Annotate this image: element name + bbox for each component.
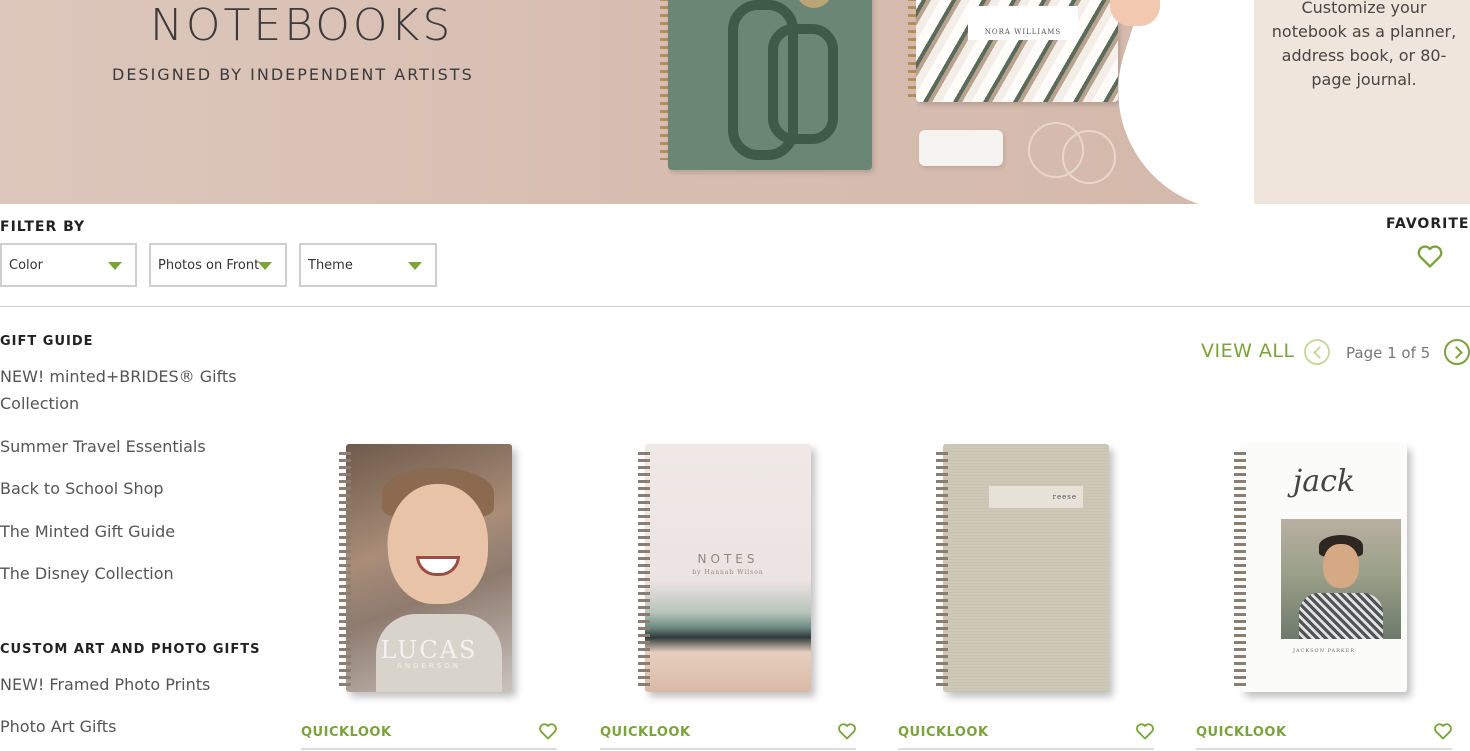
product-card[interactable]: reese QUICKLOOK — [898, 444, 1154, 751]
notebook-spiral — [638, 452, 650, 688]
photos-filter-dropdown[interactable]: Photos on Front — [149, 243, 287, 287]
quicklook-button[interactable]: QUICKLOOK — [1196, 725, 1287, 740]
card-divider — [1196, 748, 1452, 750]
view-all-link[interactable]: VIEW ALL — [1201, 340, 1295, 362]
hero-image: NORA WILLIAMS NOTEBOOKS DESIGNED BY INDE… — [0, 0, 1323, 204]
sidebar-link-back-to-school[interactable]: Back to School Shop — [0, 475, 260, 502]
color-filter-dropdown[interactable]: Color — [0, 243, 137, 287]
heart-icon[interactable] — [1433, 721, 1453, 741]
heart-icon[interactable] — [1416, 242, 1444, 270]
quicklook-button[interactable]: QUICKLOOK — [600, 725, 691, 740]
product-image[interactable]: reese — [943, 444, 1109, 692]
filter-by-label: FILTER BY — [0, 219, 86, 235]
product-image[interactable]: jack JACKSON PARKER — [1241, 444, 1407, 692]
heart-icon[interactable] — [1135, 721, 1155, 741]
sidebar-link-photo-art-gifts[interactable]: Photo Art Gifts — [0, 713, 260, 740]
dropdown-value: Photos on Front — [158, 257, 260, 273]
hero-notebook-label: NORA WILLIAMS — [968, 6, 1078, 40]
favorites-label[interactable]: FAVORITES — [1386, 216, 1470, 232]
sidebar-heading-custom-art: CUSTOM ART AND PHOTO GIFTS — [0, 642, 261, 657]
product-card[interactable]: jack JACKSON PARKER QUICKLOOK — [1196, 444, 1452, 751]
quicklook-button[interactable]: QUICKLOOK — [301, 725, 392, 740]
cover-subname: by Hannah Wilson — [692, 569, 764, 576]
sidebar-heading-gift-guide: GIFT GUIDE — [0, 334, 94, 349]
sidebar-link-disney-collection[interactable]: The Disney Collection — [0, 560, 260, 587]
dropdown-value: Color — [9, 257, 43, 273]
cover-subname: JACKSON PARKER — [1292, 648, 1356, 654]
page-indicator: Page 1 of 5 — [1346, 344, 1431, 362]
cover-name: NOTES — [697, 552, 759, 566]
theme-filter-dropdown[interactable]: Theme — [299, 243, 437, 287]
hero-title: NOTEBOOKS — [150, 0, 454, 51]
notebook-spiral — [936, 452, 948, 688]
heart-icon[interactable] — [837, 721, 857, 741]
hero-subtitle: DESIGNED BY INDEPENDENT ARTISTS — [112, 65, 474, 84]
chevron-down-icon — [258, 262, 272, 270]
dropdown-value: Theme — [308, 257, 353, 273]
hero-notebook-green — [668, 0, 872, 170]
cover-name: LUCAS — [380, 636, 478, 664]
quicklook-button[interactable]: QUICKLOOK — [898, 725, 989, 740]
hero-eraser — [919, 130, 1003, 166]
chevron-down-icon — [408, 262, 422, 270]
hero-earring — [1062, 130, 1116, 184]
divider — [0, 306, 1470, 307]
card-divider — [600, 748, 856, 750]
product-card[interactable]: NOTES by Hannah Wilson QUICKLOOK — [600, 444, 856, 751]
hero-banner: NORA WILLIAMS NOTEBOOKS DESIGNED BY INDE… — [0, 0, 1470, 204]
sidebar-link-summer-travel[interactable]: Summer Travel Essentials — [0, 433, 260, 460]
heart-icon[interactable] — [538, 721, 558, 741]
notebook-spiral — [1234, 452, 1246, 688]
chevron-left-icon[interactable] — [1304, 339, 1330, 365]
cover-subname: ANDERSON — [397, 662, 461, 670]
sidebar-link-framed-photo-prints[interactable]: NEW! Framed Photo Prints — [0, 671, 260, 698]
hero-side-copy: Customize your notebook as a planner, ad… — [1271, 0, 1457, 89]
product-image[interactable]: NOTES by Hannah Wilson — [645, 444, 811, 692]
sidebar-link-brides-collection[interactable]: NEW! minted+BRIDES® Gifts Collection — [0, 363, 260, 417]
sidebar-link-minted-gift-guide[interactable]: The Minted Gift Guide — [0, 518, 260, 545]
cover-name: reese — [989, 486, 1083, 508]
hero-notebook-stripe: NORA WILLIAMS — [916, 0, 1118, 102]
cover-photo — [1281, 519, 1401, 639]
product-card[interactable]: LUCAS ANDERSON QUICKLOOK — [301, 444, 557, 751]
chevron-right-icon[interactable] — [1444, 339, 1470, 365]
chevron-down-icon — [108, 262, 122, 270]
product-image[interactable]: LUCAS ANDERSON — [346, 444, 512, 692]
cover-name: jack — [1292, 464, 1356, 499]
card-divider — [301, 748, 557, 750]
card-divider — [898, 748, 1154, 750]
